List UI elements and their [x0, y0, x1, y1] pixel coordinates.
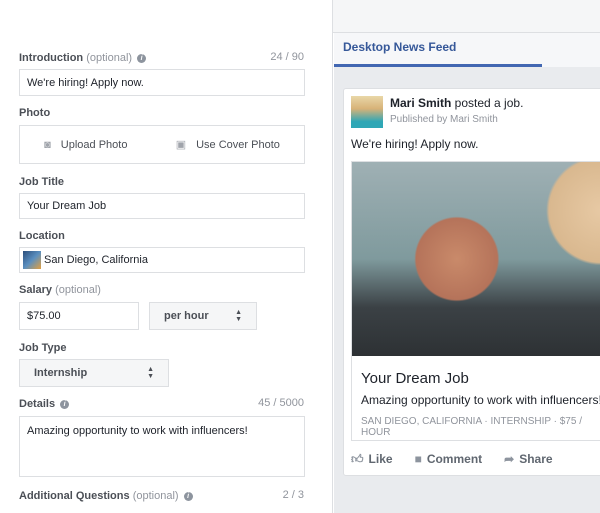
job-title: Your Dream Job — [361, 370, 469, 387]
photo-box: ◙ Upload Photo ▣ Use Cover Photo — [19, 125, 305, 164]
intro-counter: 24 / 90 — [270, 51, 304, 63]
job-title-input[interactable]: Your Dream Job — [19, 193, 305, 219]
job-type-label: Job Type — [19, 342, 67, 354]
active-tab-indicator — [334, 64, 542, 67]
job-meta: SAN DIEGO, CALIFORNIA · INTERNSHIP · $75… — [361, 416, 582, 438]
job-photo — [352, 162, 600, 356]
tab-desktop-news-feed[interactable]: Desktop News Feed — [343, 40, 456, 54]
location-input[interactable]: San Diego, California — [19, 247, 305, 273]
preview-panel: Desktop News Feed Mari Smith posted a jo… — [334, 33, 600, 513]
upload-photo-button[interactable]: ◙ Upload Photo — [44, 139, 127, 151]
photo-label: Photo — [19, 107, 51, 119]
comment-button[interactable]: ■ Comment — [415, 452, 483, 467]
job-description: Amazing opportunity to work with influen… — [361, 393, 600, 407]
job-form: Introduction (optional) i 24 / 90 We're h… — [0, 0, 333, 513]
details-textarea[interactable]: Amazing opportunity to work with influen… — [19, 416, 305, 477]
info-icon[interactable]: i — [183, 492, 193, 501]
avatar — [351, 96, 383, 128]
info-icon[interactable]: i — [137, 54, 147, 63]
comment-icon: ■ — [414, 452, 422, 466]
image-icon: ▣ — [175, 139, 187, 151]
info-icon[interactable]: i — [60, 400, 70, 409]
select-arrows-icon: ▲ ▼ — [235, 309, 242, 323]
location-label: Location — [19, 230, 65, 242]
published-by: Published by Mari Smith — [390, 114, 498, 125]
post-message: We're hiring! Apply now. — [351, 137, 479, 151]
post-actions: 👍︎ Like ■ Comment ➦ Share — [351, 452, 553, 467]
additional-questions-counter: 2 / 3 — [282, 489, 304, 501]
details-label: Details i — [19, 398, 70, 410]
salary-label: Salary (optional) — [19, 284, 101, 296]
post-author-line: Mari Smith posted a job. — [390, 96, 524, 110]
job-type-select[interactable]: Internship ▲ ▼ — [19, 359, 169, 387]
share-button[interactable]: ➦ Share — [504, 452, 552, 467]
like-button[interactable]: 👍︎ Like — [351, 452, 393, 467]
select-arrows-icon: ▲ ▼ — [147, 366, 154, 380]
preview-tabs: Desktop News Feed — [334, 33, 600, 67]
thumbs-up-icon: 👍︎ — [351, 452, 364, 466]
share-icon: ➦ — [504, 452, 515, 466]
location-thumbnail-icon — [23, 251, 41, 269]
salary-period-select[interactable]: per hour ▲ ▼ — [149, 302, 257, 330]
intro-label: Introduction (optional) i — [19, 52, 147, 64]
use-cover-photo-button[interactable]: ▣ Use Cover Photo — [176, 138, 280, 151]
camera-icon: ◙ — [44, 138, 51, 151]
intro-input[interactable]: We're hiring! Apply now. — [19, 69, 305, 96]
job-attachment[interactable]: Your Dream Job Amazing opportunity to wo… — [351, 161, 600, 441]
additional-questions-label: Additional Questions (optional) i — [19, 490, 193, 502]
job-title-label: Job Title — [19, 176, 65, 188]
salary-input[interactable]: $75.00 — [19, 302, 139, 330]
post-preview-card: Mari Smith posted a job. Published by Ma… — [343, 88, 600, 476]
details-counter: 45 / 5000 — [258, 397, 304, 409]
